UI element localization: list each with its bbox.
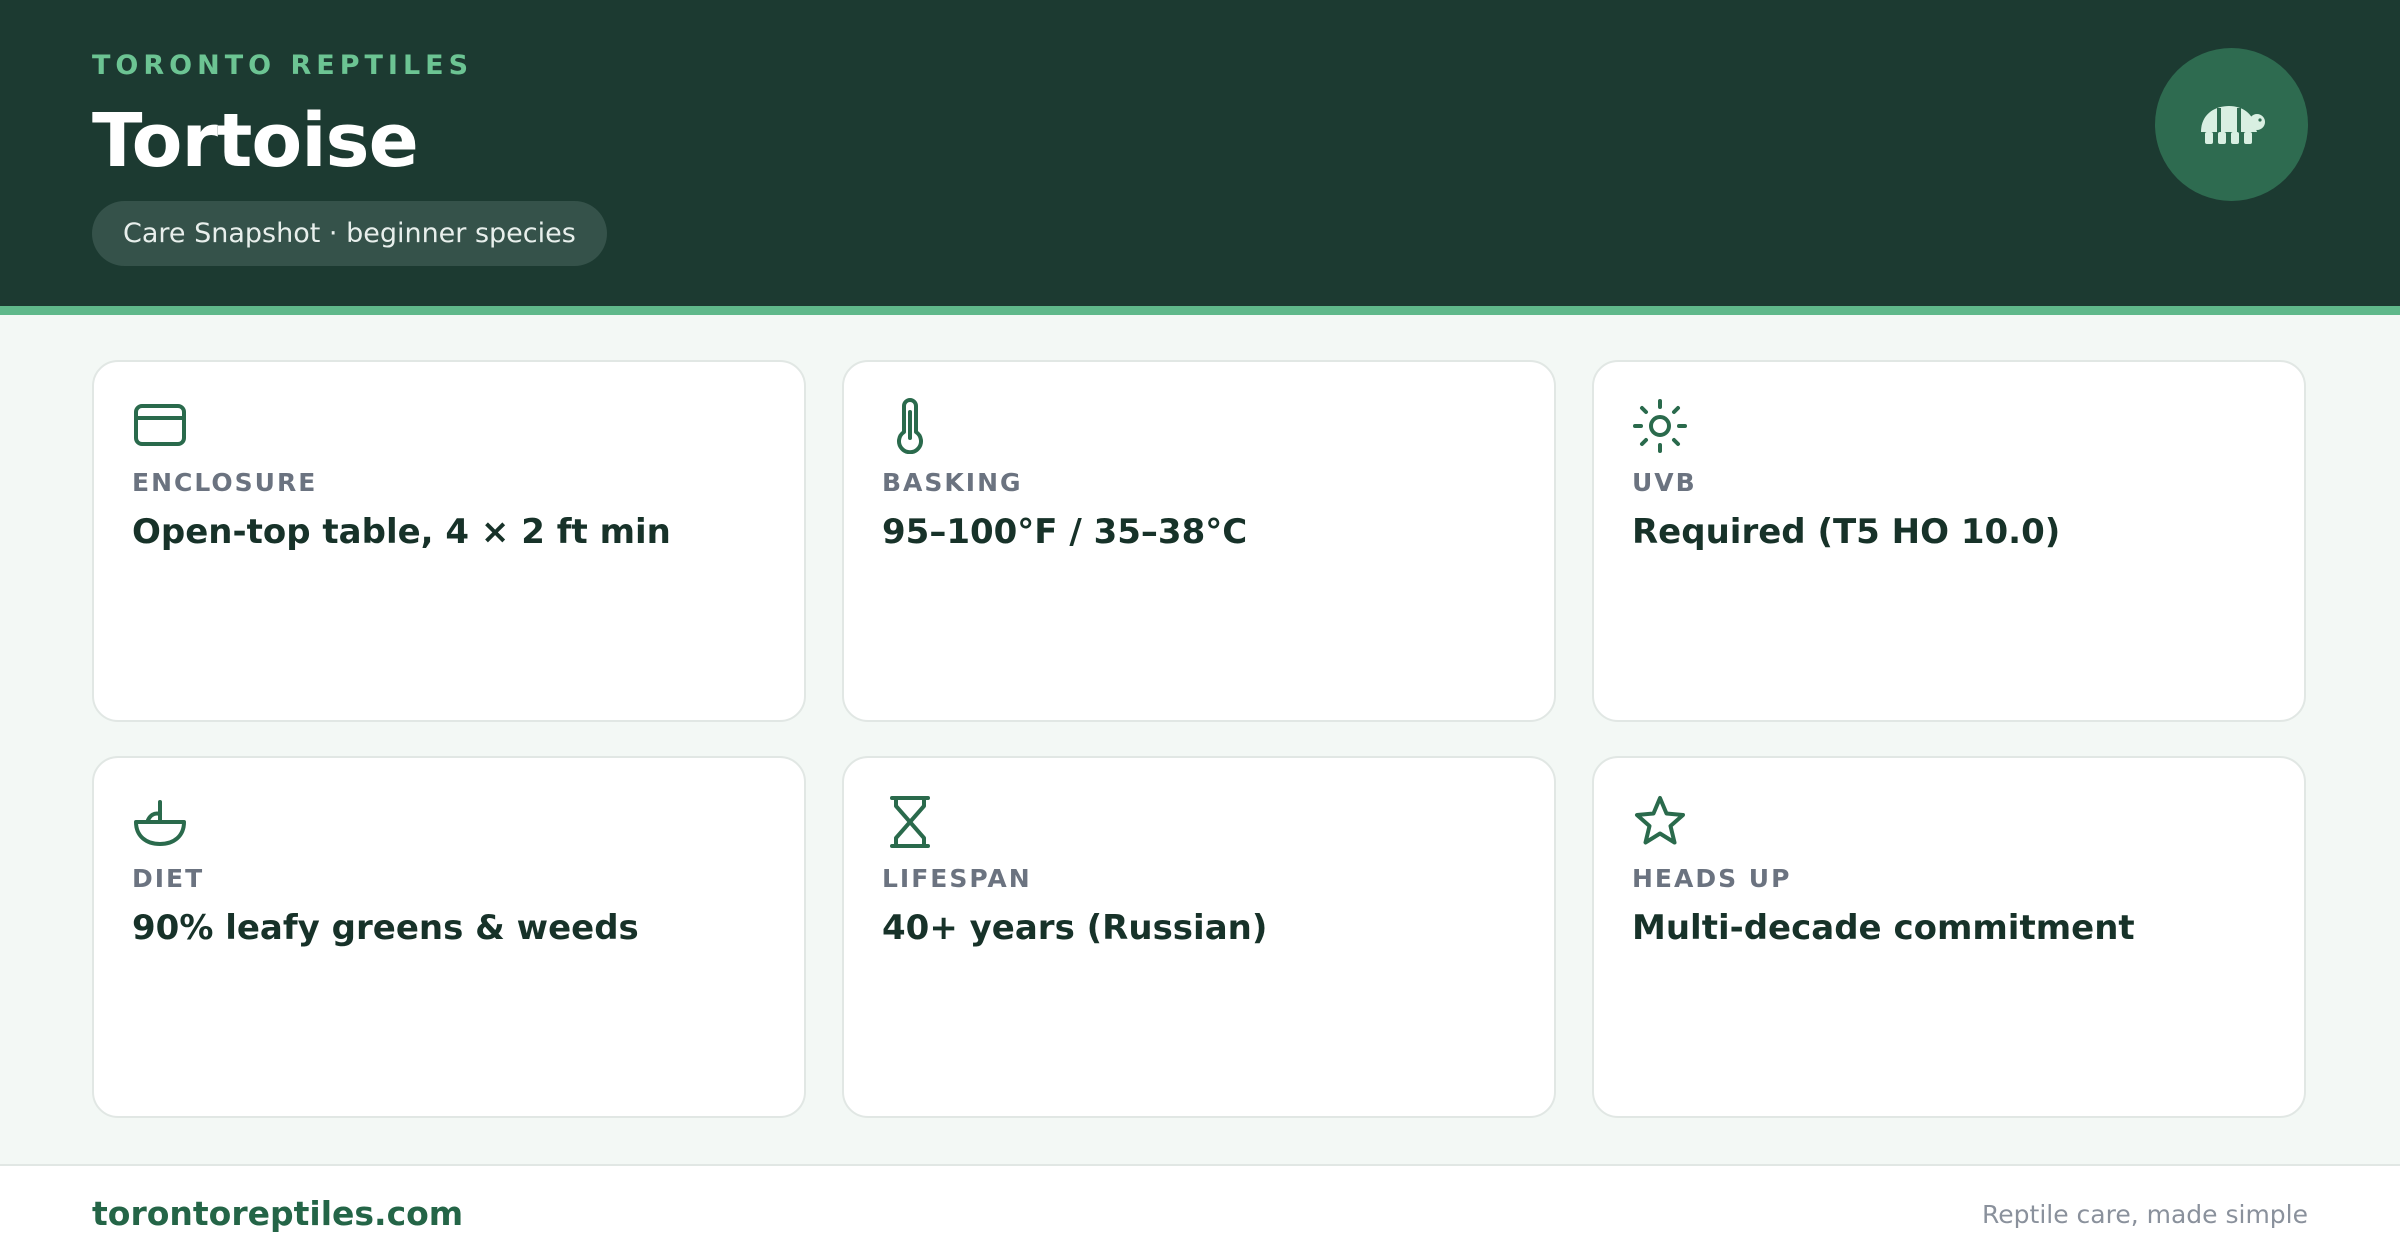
card-lifespan: LIFESPAN 40+ years (Russian) — [842, 756, 1556, 1118]
tortoise-icon — [2200, 105, 2265, 144]
category-pill: Care Snapshot · beginner species — [92, 201, 607, 266]
brand-name: TORONTO REPTILES — [92, 50, 474, 81]
website-link[interactable]: torontoreptiles.com — [92, 1194, 463, 1233]
card-value: 40+ years (Russian) — [882, 908, 1268, 948]
card-label: LIFESPAN — [882, 864, 1032, 893]
card-value: Multi-decade commitment — [1632, 908, 2135, 948]
sun-icon — [1633, 399, 1687, 453]
card-value: Open-top table, 4 × 2 ft min — [132, 512, 671, 552]
card-label: DIET — [132, 864, 205, 893]
footer: torontoreptiles.com Reptile care, made s… — [0, 1164, 2400, 1260]
card-label: ENCLOSURE — [132, 468, 318, 497]
enclosure-icon — [134, 404, 186, 446]
header-accent-stripe — [0, 306, 2400, 315]
tagline: Reptile care, made simple — [1982, 1200, 2308, 1229]
card-value: Required (T5 HO 10.0) — [1632, 512, 2061, 552]
card-value: 95–100°F / 35–38°C — [882, 512, 1248, 552]
hourglass-icon — [890, 796, 930, 848]
bowl-icon — [134, 800, 186, 846]
card-basking: BASKING 95–100°F / 35–38°C — [842, 360, 1556, 722]
card-value: 90% leafy greens & weeds — [132, 908, 639, 948]
card-label: BASKING — [882, 468, 1023, 497]
page-title: Tortoise — [92, 98, 419, 184]
card-uvb: UVB Required (T5 HO 10.0) — [1592, 360, 2306, 722]
card-label: UVB — [1632, 468, 1697, 497]
card-diet: DIET 90% leafy greens & weeds — [92, 756, 806, 1118]
thermometer-icon — [897, 398, 923, 454]
card-enclosure: ENCLOSURE Open-top table, 4 × 2 ft min — [92, 360, 806, 722]
card-heads-up: HEADS UP Multi-decade commitment — [1592, 756, 2306, 1118]
card-label: HEADS UP — [1632, 864, 1792, 893]
tortoise-logo — [2155, 48, 2308, 201]
header: TORONTO REPTILES Tortoise Care Snapshot … — [0, 0, 2400, 306]
star-icon — [1635, 796, 1685, 845]
